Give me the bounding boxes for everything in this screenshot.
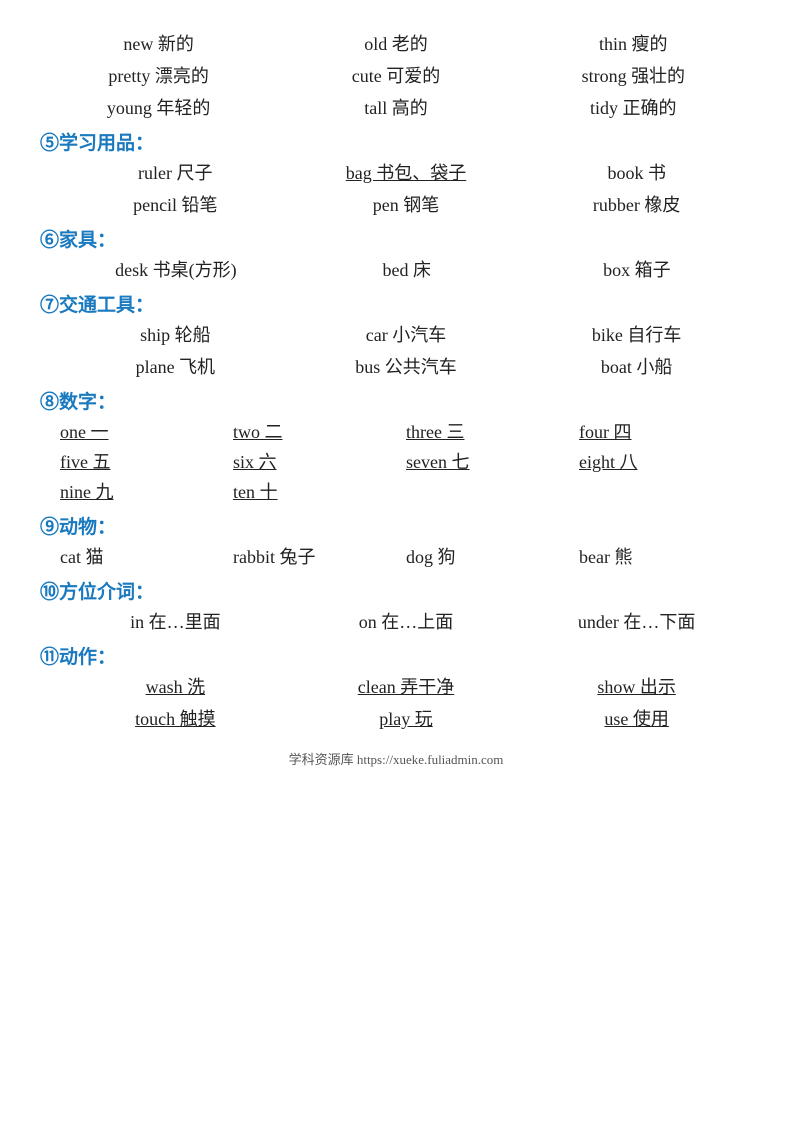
adj-young: young 年轻的	[99, 94, 219, 120]
school-row1: ruler 尺子 bag 书包、袋子 book 书	[40, 159, 752, 185]
section7-header: ⑦交通工具：	[40, 290, 752, 317]
furniture-desk: desk 书桌(方形)	[115, 256, 236, 282]
adjectives-row3: young 年轻的 tall 高的 tidy 正确的	[40, 94, 752, 120]
transport-row1: ship 轮船 car 小汽车 bike 自行车	[40, 321, 752, 347]
action-wash: wash 洗	[115, 673, 235, 699]
animals-row1: cat 猫 rabbit 兔子 dog 狗 bear 熊	[40, 543, 752, 569]
footer: 学科资源库 https://xueke.fuliadmin.com	[40, 749, 752, 768]
numbers-row3: nine 九 ten 十	[40, 478, 752, 504]
adj-tidy: tidy 正确的	[573, 94, 693, 120]
section10-header: ⑩方位介词：	[40, 577, 752, 604]
school-pencil: pencil 铅笔	[115, 191, 235, 217]
num-nine: nine 九	[60, 478, 233, 504]
actions-row1: wash 洗 clean 弄干净 show 出示	[40, 673, 752, 699]
action-clean: clean 弄干净	[346, 673, 466, 699]
adj-new: new 新的	[99, 30, 219, 56]
adj-thin: thin 瘦的	[573, 30, 693, 56]
prep-on: on 在…上面	[346, 608, 466, 634]
num-five: five 五	[60, 448, 233, 474]
school-ruler: ruler 尺子	[115, 159, 235, 185]
furniture-row1: desk 书桌(方形) bed 床 box 箱子	[40, 256, 752, 282]
school-bag: bag 书包、袋子	[346, 159, 467, 185]
numbers-row2: five 五 six 六 seven 七 eight 八	[40, 448, 752, 474]
transport-ship: ship 轮船	[115, 321, 235, 347]
transport-car: car 小汽车	[346, 321, 466, 347]
prep-under: under 在…下面	[577, 608, 697, 634]
num-three: three 三	[406, 418, 579, 444]
transport-row2: plane 飞机 bus 公共汽车 boat 小船	[40, 353, 752, 379]
adjectives-row2: pretty 漂亮的 cute 可爱的 strong 强壮的	[40, 62, 752, 88]
numbers-row1: one 一 two 二 three 三 four 四	[40, 418, 752, 444]
prepositions-row1: in 在…里面 on 在…上面 under 在…下面	[40, 608, 752, 634]
transport-bus: bus 公共汽车	[346, 353, 466, 379]
num-six: six 六	[233, 448, 406, 474]
section11-header: ⑪动作：	[40, 642, 752, 669]
adj-cute: cute 可爱的	[336, 62, 456, 88]
transport-bike: bike 自行车	[577, 321, 697, 347]
transport-plane: plane 飞机	[115, 353, 235, 379]
school-book: book 书	[577, 159, 697, 185]
animal-bear: bear 熊	[579, 543, 752, 569]
animal-rabbit: rabbit 兔子	[233, 543, 406, 569]
animal-dog: dog 狗	[406, 543, 579, 569]
furniture-box: box 箱子	[577, 256, 697, 282]
transport-boat: boat 小船	[577, 353, 697, 379]
school-row2: pencil 铅笔 pen 钢笔 rubber 橡皮	[40, 191, 752, 217]
num-ten: ten 十	[233, 478, 406, 504]
adjectives-row1: new 新的 old 老的 thin 瘦的	[40, 30, 752, 56]
section5-header: ⑤学习用品：	[40, 128, 752, 155]
school-rubber: rubber 橡皮	[577, 191, 697, 217]
adj-pretty: pretty 漂亮的	[99, 62, 219, 88]
adj-strong: strong 强壮的	[573, 62, 693, 88]
section6-header: ⑥家具：	[40, 225, 752, 252]
adj-old: old 老的	[336, 30, 456, 56]
actions-row2: touch 触摸 play 玩 use 使用	[40, 705, 752, 731]
section9-header: ⑨动物：	[40, 512, 752, 539]
adj-tall: tall 高的	[336, 94, 456, 120]
prep-in: in 在…里面	[115, 608, 235, 634]
action-play: play 玩	[346, 705, 466, 731]
animal-cat: cat 猫	[60, 543, 233, 569]
num-four: four 四	[579, 418, 752, 444]
section8-header: ⑧数字：	[40, 387, 752, 414]
school-pen: pen 钢笔	[346, 191, 466, 217]
action-show: show 出示	[577, 673, 697, 699]
action-use: use 使用	[577, 705, 697, 731]
num-seven: seven 七	[406, 448, 579, 474]
num-two: two 二	[233, 418, 406, 444]
num-eight: eight 八	[579, 448, 752, 474]
furniture-bed: bed 床	[347, 256, 467, 282]
action-touch: touch 触摸	[115, 705, 235, 731]
num-one: one 一	[60, 418, 233, 444]
